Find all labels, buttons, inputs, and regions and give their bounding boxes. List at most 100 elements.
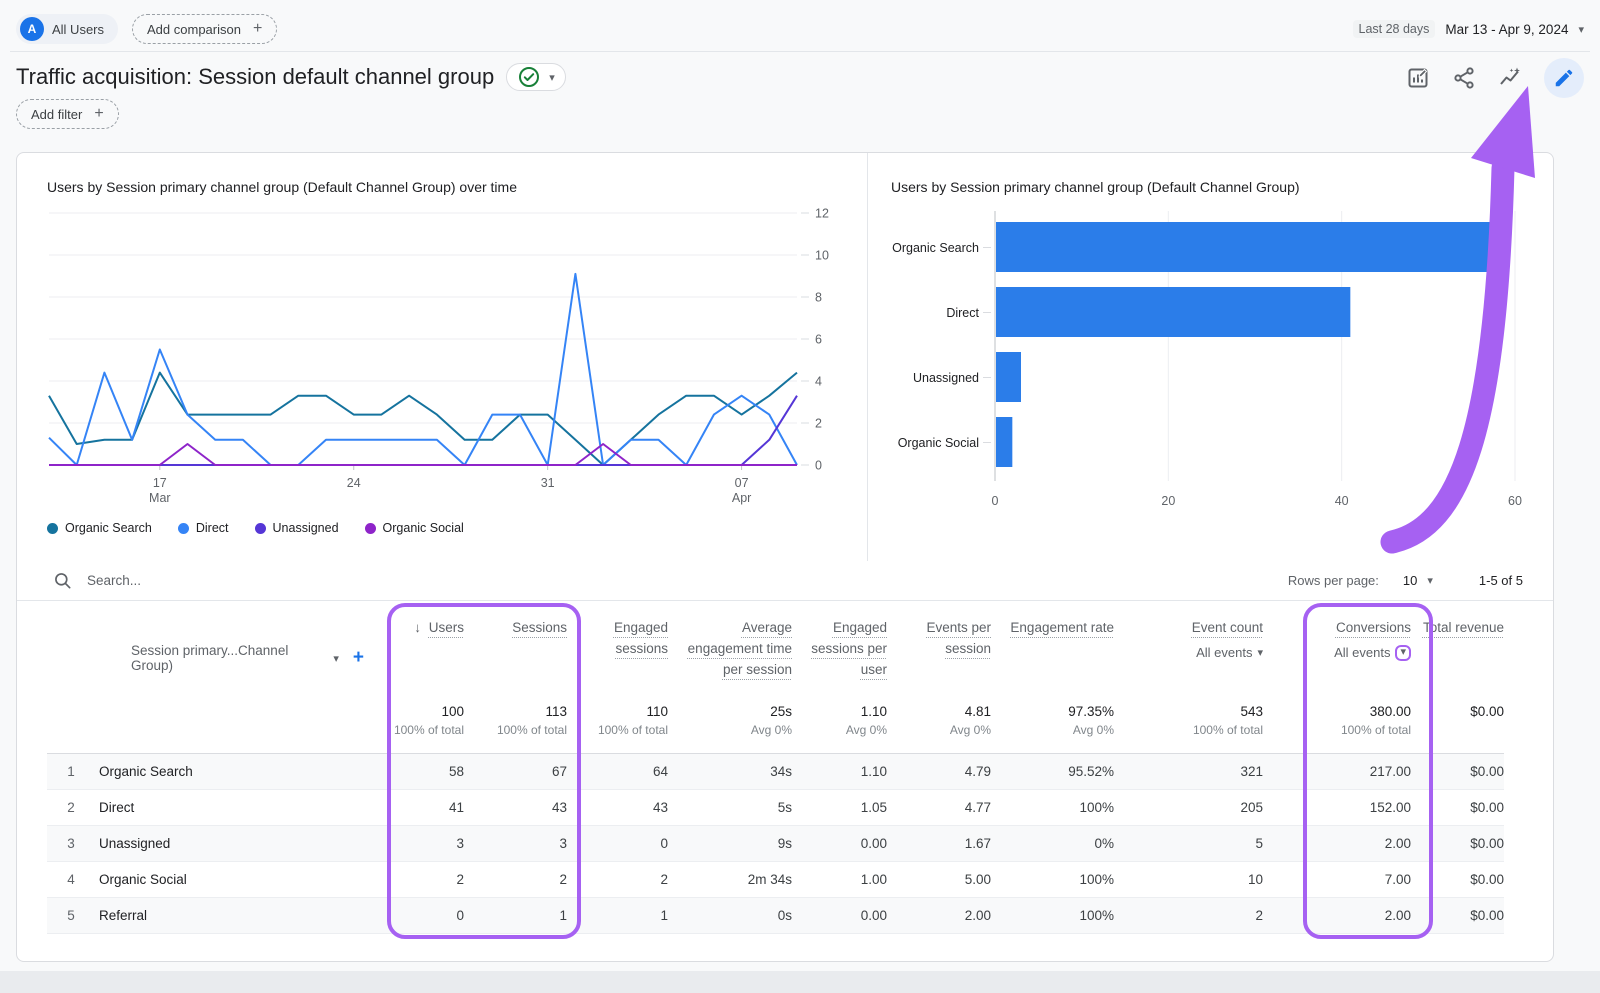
svg-text:60: 60 xyxy=(1508,494,1522,508)
table-cell: 1.67 xyxy=(887,826,991,862)
date-range-value: Mar 13 - Apr 9, 2024 xyxy=(1445,22,1568,37)
legend-label: Organic Social xyxy=(383,521,464,535)
table-cell: 1.10 xyxy=(792,754,887,790)
column-header-total-revenue[interactable]: Total revenue xyxy=(1411,602,1504,698)
plus-icon: + xyxy=(253,20,262,38)
table-cell: 43 xyxy=(464,790,567,826)
svg-text:40: 40 xyxy=(1335,494,1349,508)
customize-report-icon[interactable] xyxy=(1406,66,1430,90)
table-cell: 2.00 xyxy=(887,898,991,934)
channel-name: Referral xyxy=(95,898,364,934)
chevron-down-icon[interactable]: ▾ xyxy=(1427,574,1433,587)
table-cell: $0.00 xyxy=(1411,898,1504,934)
edit-report-button[interactable] xyxy=(1544,58,1584,98)
bar-organic-social xyxy=(996,417,1012,467)
users-over-time-line-chart[interactable]: 02468101217Mar243107Apr xyxy=(47,205,837,505)
bar-organic-search xyxy=(996,222,1498,272)
insights-icon[interactable] xyxy=(1498,66,1522,90)
totals-value: 1.10 xyxy=(792,704,887,719)
column-header-engaged-sessions[interactable]: Engaged sessions xyxy=(567,602,668,698)
table-search-input[interactable] xyxy=(87,573,387,588)
row-number: 4 xyxy=(47,862,95,898)
bar-unassigned xyxy=(996,352,1021,402)
dimension-header-label: Session primary...Channel Group) xyxy=(131,643,325,673)
rows-per-page-value[interactable]: 10 xyxy=(1403,573,1417,588)
audience-chip-label: All Users xyxy=(52,22,104,37)
column-header-sessions[interactable]: Sessions xyxy=(464,602,567,698)
legend-dot xyxy=(47,523,58,534)
column-header-conversions[interactable]: ConversionsAll events ▾ xyxy=(1263,602,1411,698)
table-toolbar: Rows per page: 10 ▾ 1-5 of 5 xyxy=(17,561,1553,601)
table-cell: 152.00 xyxy=(1263,790,1411,826)
table-cell: 1 xyxy=(567,898,668,934)
table-cell: 2 xyxy=(464,862,567,898)
svg-text:20: 20 xyxy=(1161,494,1175,508)
table-cell: 0.00 xyxy=(792,826,887,862)
column-header-users[interactable]: ↓ Users xyxy=(364,602,464,698)
table-cell: 7.00 xyxy=(1263,862,1411,898)
line-series-organic-search xyxy=(49,373,797,465)
table-cell: 100% xyxy=(991,790,1114,826)
svg-text:Apr: Apr xyxy=(732,491,751,505)
svg-text:0: 0 xyxy=(815,459,822,473)
table-cell: 0 xyxy=(567,826,668,862)
column-header-label: Engaged sessions xyxy=(614,620,668,656)
date-range-preset: Last 28 days xyxy=(1353,20,1436,38)
column-header-event-count[interactable]: Event countAll events ▾ xyxy=(1114,602,1263,698)
data-quality-badge[interactable]: ▾ xyxy=(506,63,566,91)
report-actions xyxy=(1406,58,1584,98)
svg-text:6: 6 xyxy=(815,333,822,347)
channel-name: Unassigned xyxy=(95,826,364,862)
totals-cell: 113100% of total xyxy=(464,698,567,754)
add-comparison-label: Add comparison xyxy=(147,22,241,37)
row-number: 5 xyxy=(47,898,95,934)
table-cell: 0s xyxy=(668,898,792,934)
legend-label: Direct xyxy=(196,521,229,535)
column-header-label: Engaged sessions per user xyxy=(811,620,887,677)
users-by-channel-bar-chart[interactable]: 0204060Organic SearchDirectUnassignedOrg… xyxy=(891,207,1531,519)
svg-text:8: 8 xyxy=(815,291,822,305)
audience-avatar: A xyxy=(20,17,44,41)
add-comparison-button[interactable]: Add comparison + xyxy=(132,14,277,44)
table-cell: 3 xyxy=(464,826,567,862)
totals-sub-label: Avg 0% xyxy=(792,723,887,737)
table-cell: 2 xyxy=(364,862,464,898)
rows-per-page-label: Rows per page: xyxy=(1288,573,1379,588)
column-header-engagement-rate[interactable]: Engagement rate xyxy=(991,602,1114,698)
column-header-engaged-sessions-per-user[interactable]: Engaged sessions per user xyxy=(792,602,887,698)
table-cell: 1.00 xyxy=(792,862,887,898)
totals-value: 543 xyxy=(1114,704,1263,719)
totals-cell: 4.81Avg 0% xyxy=(887,698,991,754)
date-range-picker[interactable]: Last 28 days Mar 13 - Apr 9, 2024 ▾ xyxy=(1353,20,1585,38)
totals-sub-label: 100% of total xyxy=(567,723,668,737)
totals-sub-label: 100% of total xyxy=(364,723,464,737)
dimension-column-header[interactable]: Session primary...Channel Group)▾+ xyxy=(95,602,364,698)
audience-chip[interactable]: A All Users xyxy=(16,14,118,44)
totals-cell: 543100% of total xyxy=(1114,698,1263,754)
sort-descending-icon: ↓ xyxy=(414,620,425,635)
title-row: Traffic acquisition: Session default cha… xyxy=(16,63,566,91)
table-cell: 4.79 xyxy=(887,754,991,790)
totals-cell: $0.00 xyxy=(1411,698,1504,754)
table-cell: 2m 34s xyxy=(668,862,792,898)
totals-value: 110 xyxy=(567,704,668,719)
top-bar: A All Users Add comparison + Last 28 day… xyxy=(16,14,1584,44)
totals-value: 380.00 xyxy=(1263,704,1411,719)
table-cell: 4.77 xyxy=(887,790,991,826)
table-cell: 5 xyxy=(1114,826,1263,862)
share-icon[interactable] xyxy=(1452,66,1476,90)
column-header-average-engagement-time-per-session[interactable]: Average engagement time per session xyxy=(668,602,792,698)
add-filter-button[interactable]: Add filter + xyxy=(16,99,119,129)
legend-item-unassigned: Unassigned xyxy=(255,521,339,535)
column-header-sub: All events ▾ xyxy=(1263,645,1411,661)
totals-sub-label: 100% of total xyxy=(464,723,567,737)
table-cell: 100% xyxy=(991,862,1114,898)
table-header-spacer xyxy=(47,602,95,698)
pagination-controls: Rows per page: 10 ▾ 1-5 of 5 xyxy=(1288,573,1523,588)
column-header-events-per-session[interactable]: Events per session xyxy=(887,602,991,698)
plus-icon: + xyxy=(94,105,103,123)
channel-name: Organic Search xyxy=(95,754,364,790)
chart-panel-divider xyxy=(867,153,868,561)
table-cell: 217.00 xyxy=(1263,754,1411,790)
svg-text:Organic Social: Organic Social xyxy=(898,436,979,450)
